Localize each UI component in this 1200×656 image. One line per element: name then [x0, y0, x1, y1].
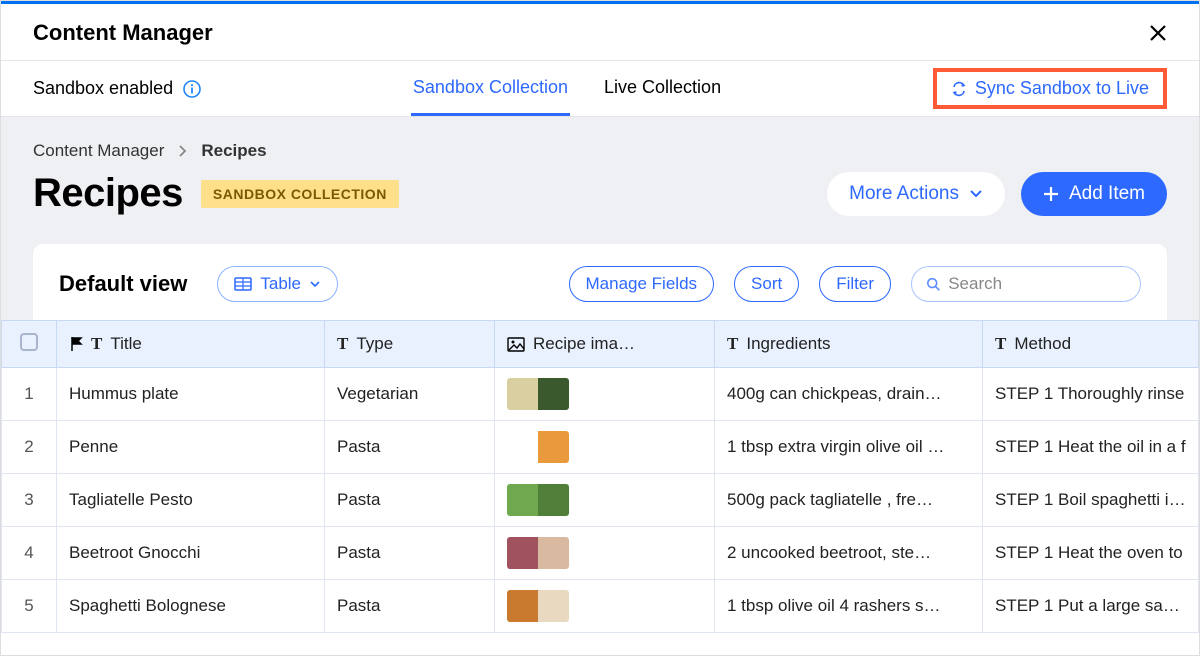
subheader-bar: Sandbox enabled Sandbox Collection Live …: [1, 61, 1199, 117]
cell-ingredients[interactable]: 1 tbsp olive oil 4 rashers s…: [715, 580, 983, 633]
cell-title[interactable]: Hummus plate: [57, 368, 325, 421]
cell-type[interactable]: Vegetarian: [325, 368, 495, 421]
cell-ingredients[interactable]: 500g pack tagliatelle , fre…: [715, 474, 983, 527]
recipe-thumbnail: [507, 431, 569, 463]
cell-type[interactable]: Pasta: [325, 580, 495, 633]
info-icon[interactable]: [183, 80, 201, 98]
close-icon: [1149, 24, 1167, 42]
cell-method[interactable]: STEP 1 Put a large sauce: [983, 580, 1199, 633]
recipe-thumbnail: [507, 378, 569, 410]
tab-sandbox-collection[interactable]: Sandbox Collection: [411, 61, 570, 116]
column-header-method[interactable]: TMethod: [983, 321, 1199, 368]
cell-image[interactable]: [495, 421, 715, 474]
row-number: 1: [2, 368, 57, 421]
cell-ingredients[interactable]: 400g can chickpeas, drain…: [715, 368, 983, 421]
view-toolbar: Default view Table Manage Fields Sort Fi…: [59, 266, 1141, 302]
cell-method[interactable]: STEP 1 Thoroughly rinse: [983, 368, 1199, 421]
text-type-icon: T: [995, 334, 1006, 354]
chevron-right-icon: [178, 144, 187, 158]
chevron-down-icon: [309, 280, 321, 288]
breadcrumb-current: Recipes: [201, 141, 266, 161]
recipe-thumbnail: [507, 590, 569, 622]
sandbox-collection-badge: SANDBOX COLLECTION: [201, 180, 399, 208]
collection-tabs: Sandbox Collection Live Collection: [411, 61, 723, 116]
table-icon: [234, 277, 252, 291]
sync-sandbox-to-live-button[interactable]: Sync Sandbox to Live: [951, 78, 1149, 99]
cell-image[interactable]: [495, 527, 715, 580]
sync-icon: [951, 81, 967, 97]
text-type-icon: T: [727, 334, 738, 354]
cell-title[interactable]: Spaghetti Bolognese: [57, 580, 325, 633]
cell-method[interactable]: STEP 1 Heat the oil in a f: [983, 421, 1199, 474]
sandbox-status-label: Sandbox enabled: [33, 78, 173, 99]
column-header-title[interactable]: T Title: [57, 321, 325, 368]
add-item-label: Add Item: [1069, 183, 1145, 205]
table-row[interactable]: 5Spaghetti BolognesePasta 1 tbsp olive oi…: [2, 580, 1199, 633]
select-all-header[interactable]: [2, 321, 57, 368]
content-card: Default view Table Manage Fields Sort Fi…: [33, 244, 1167, 320]
table-row[interactable]: 2PennePasta 1 tbsp extra virgin olive oil…: [2, 421, 1199, 474]
cell-title[interactable]: Beetroot Gnocchi: [57, 527, 325, 580]
breadcrumb: Content Manager Recipes: [33, 141, 1167, 161]
search-icon: [926, 276, 940, 292]
chevron-down-icon: [969, 189, 983, 199]
view-name: Default view: [59, 271, 187, 297]
page-body: Content Manager Recipes Recipes SANDBOX …: [1, 117, 1199, 320]
search-input[interactable]: [948, 274, 1126, 294]
manage-fields-button[interactable]: Manage Fields: [569, 266, 715, 302]
sync-button-label: Sync Sandbox to Live: [975, 78, 1149, 99]
text-type-icon: T: [337, 334, 348, 354]
data-table: T Title TType Recipe ima… TIngredients T…: [1, 320, 1199, 633]
table-header-row: T Title TType Recipe ima… TIngredients T…: [2, 321, 1199, 368]
page-title: Recipes: [33, 171, 183, 216]
sandbox-status: Sandbox enabled: [33, 78, 201, 99]
column-header-image[interactable]: Recipe ima…: [495, 321, 715, 368]
cell-title[interactable]: Tagliatelle Pesto: [57, 474, 325, 527]
app-title: Content Manager: [33, 20, 213, 46]
close-button[interactable]: [1149, 24, 1167, 42]
text-type-icon: T: [91, 334, 102, 354]
cell-ingredients[interactable]: 1 tbsp extra virgin olive oil …: [715, 421, 983, 474]
cell-type[interactable]: Pasta: [325, 527, 495, 580]
cell-image[interactable]: [495, 580, 715, 633]
breadcrumb-root[interactable]: Content Manager: [33, 141, 164, 161]
flag-icon: [69, 336, 83, 352]
table-row[interactable]: 1Hummus plateVegetarian 400g can chickpea…: [2, 368, 1199, 421]
filter-button[interactable]: Filter: [819, 266, 891, 302]
cell-image[interactable]: [495, 368, 715, 421]
view-type-label: Table: [260, 274, 301, 294]
add-item-button[interactable]: Add Item: [1021, 172, 1167, 216]
more-actions-label: More Actions: [849, 183, 959, 205]
row-number: 3: [2, 474, 57, 527]
image-icon: [507, 337, 525, 352]
recipe-thumbnail: [507, 537, 569, 569]
view-type-dropdown[interactable]: Table: [217, 266, 338, 302]
title-row: Recipes SANDBOX COLLECTION More Actions …: [33, 171, 1167, 216]
cell-type[interactable]: Pasta: [325, 421, 495, 474]
table-row[interactable]: 4Beetroot GnocchiPasta 2 uncooked beetroo…: [2, 527, 1199, 580]
checkbox-icon: [20, 333, 38, 351]
column-header-ingredients[interactable]: TIngredients: [715, 321, 983, 368]
cell-method[interactable]: STEP 1 Heat the oven to: [983, 527, 1199, 580]
row-number: 4: [2, 527, 57, 580]
cell-type[interactable]: Pasta: [325, 474, 495, 527]
header-bar: Content Manager: [1, 4, 1199, 61]
row-number: 2: [2, 421, 57, 474]
tab-live-collection[interactable]: Live Collection: [602, 61, 723, 116]
cell-method[interactable]: STEP 1 Boil spaghetti in a: [983, 474, 1199, 527]
plus-icon: [1043, 186, 1059, 202]
table-row[interactable]: 3Tagliatelle PestoPasta 500g pack tagliat…: [2, 474, 1199, 527]
cell-image[interactable]: [495, 474, 715, 527]
row-number: 5: [2, 580, 57, 633]
sync-highlight-box: Sync Sandbox to Live: [933, 68, 1167, 109]
recipe-thumbnail: [507, 484, 569, 516]
more-actions-button[interactable]: More Actions: [827, 172, 1005, 216]
sort-button[interactable]: Sort: [734, 266, 799, 302]
search-field[interactable]: [911, 266, 1141, 302]
column-header-type[interactable]: TType: [325, 321, 495, 368]
cell-ingredients[interactable]: 2 uncooked beetroot, ste…: [715, 527, 983, 580]
cell-title[interactable]: Penne: [57, 421, 325, 474]
